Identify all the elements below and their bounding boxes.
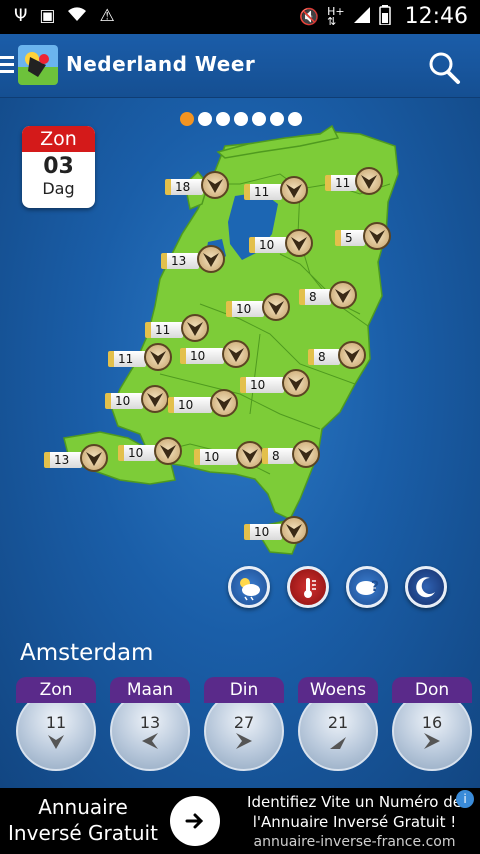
wind-direction-icon (355, 167, 383, 195)
wind-direction-icon (280, 516, 308, 544)
city-name: Amsterdam (20, 640, 154, 666)
wind-speed-label: 8 (262, 448, 294, 464)
calendar-date: 03 (43, 154, 74, 179)
image-icon: ▣ (39, 6, 56, 26)
wind-speed-label: 10 (244, 524, 282, 540)
signal-icon (353, 6, 371, 28)
wind-speed-label: 13 (44, 452, 82, 468)
wind-speed-label: 10 (180, 348, 224, 364)
forecast-strip: Zon 11 Maan 13 Din 27 Woens 21 Don 16 (0, 677, 480, 788)
wind-direction-icon (210, 389, 238, 417)
wind-speed-label: 11 (325, 175, 357, 191)
ad-url: annuaire-inverse-france.com (253, 834, 456, 850)
page-dot[interactable] (198, 112, 212, 126)
wind-direction-icon (181, 314, 209, 342)
wind-speed-label: 10 (118, 445, 156, 461)
wind-direction-icon (282, 369, 310, 397)
forecast-day-label: Din (204, 677, 284, 703)
wifi-icon (67, 6, 87, 27)
status-bar: Ψ ▣ ⚠ 🔇 H+ ⇅ 12:46 (0, 0, 480, 34)
ad-title[interactable]: Annuaire Inversé Gratuit (8, 794, 158, 846)
battery-icon (378, 4, 391, 29)
wind-speed-label: 18 (165, 179, 203, 195)
wind-direction-icon (138, 729, 162, 753)
forecast-day[interactable]: Don 16 (392, 677, 472, 787)
wind-speed-label: 13 (161, 253, 199, 269)
svg-text:?: ? (371, 579, 379, 595)
forecast-day-label: Zon (16, 677, 96, 703)
wind-direction-icon (326, 729, 350, 753)
forecast-day-label: Don (392, 677, 472, 703)
wind-speed-label: 10 (240, 377, 284, 393)
wind-speed-label: 5 (335, 230, 365, 246)
page-dot[interactable] (234, 112, 248, 126)
wind-direction-icon (262, 293, 290, 321)
app-title: Nederland Weer (66, 52, 256, 76)
forecast-day-label: Maan (110, 677, 190, 703)
forecast-day[interactable]: Maan 13 (110, 677, 190, 787)
wind-direction-icon (280, 176, 308, 204)
forecast-day[interactable]: Woens 21 (298, 677, 378, 787)
forecast-day-label: Woens (298, 677, 378, 703)
wind-speed-label: 10 (249, 237, 287, 253)
wind-direction-icon (154, 437, 182, 465)
temperature-icon[interactable] (287, 566, 329, 608)
date-calendar[interactable]: Zon 03 Dag (22, 126, 95, 208)
arrow-right-icon[interactable] (170, 796, 220, 846)
wind-direction-icon (338, 341, 366, 369)
wind-direction-icon (44, 729, 68, 753)
app-logo (18, 45, 58, 85)
page-dot[interactable] (270, 112, 284, 126)
h-plus-icon: H+ ⇅ (327, 4, 345, 28)
wind-direction-icon (363, 222, 391, 250)
app-bar: Nederland Weer (0, 34, 480, 98)
menu-icon[interactable] (0, 56, 14, 77)
wind-direction-icon (236, 441, 264, 469)
wind-direction-icon (80, 444, 108, 472)
search-icon[interactable] (424, 48, 464, 88)
wind-speed-label: 8 (308, 349, 340, 365)
weather-type-buttons: ? (228, 566, 447, 608)
wind-direction-icon (285, 229, 313, 257)
ad-banner[interactable]: Annuaire Inversé Gratuit Identifiez Vite… (0, 788, 480, 854)
calendar-label: Dag (42, 179, 75, 198)
moon-icon[interactable] (405, 566, 447, 608)
wind-direction-icon (197, 245, 225, 273)
cloud-sun-icon[interactable] (228, 566, 270, 608)
wind-speed-label: 10 (105, 393, 143, 409)
page-dot[interactable] (180, 112, 194, 126)
wind-speed-label: 10 (226, 301, 264, 317)
wind-direction-icon (232, 729, 256, 753)
wind-direction-icon (292, 440, 320, 468)
ad-text[interactable]: Identifiez Vite un Numéro de l'Annuaire … (232, 792, 477, 852)
app-content: Nederland Weer Zon 03 Dag 18 11 11 10 5 13 10 8… (0, 34, 480, 788)
wind-speed-label: 11 (145, 322, 183, 338)
wind-direction-icon (141, 385, 169, 413)
calendar-day-name: Zon (22, 126, 95, 152)
wind-speed-label: 11 (244, 184, 282, 200)
wind-speed-label: 10 (194, 449, 238, 465)
ad-headline-2: l'Annuaire Inversé Gratuit ! (252, 813, 457, 831)
wind-speed-label: 10 (168, 397, 212, 413)
page-indicator (180, 112, 302, 126)
wind-direction-icon (222, 340, 250, 368)
wind-direction-icon (201, 171, 229, 199)
info-icon[interactable]: i (456, 790, 474, 808)
mute-icon: 🔇 (299, 7, 320, 26)
wind-direction-icon (329, 281, 357, 309)
question-cloud-icon[interactable]: ? (346, 566, 388, 608)
usb-icon: Ψ (14, 6, 28, 26)
warning-icon: ⚠ (99, 6, 115, 26)
page-dot[interactable] (216, 112, 230, 126)
wind-speed-label: 8 (299, 289, 331, 305)
clock: 12:46 (404, 4, 468, 29)
page-dot[interactable] (252, 112, 266, 126)
forecast-day[interactable]: Din 27 (204, 677, 284, 787)
forecast-day[interactable]: Zon 11 (16, 677, 96, 787)
wind-direction-icon (420, 729, 444, 753)
wind-direction-icon (144, 343, 172, 371)
wind-speed-label: 11 (108, 351, 146, 367)
page-dot[interactable] (288, 112, 302, 126)
ad-headline-1: Identifiez Vite un Numéro de (247, 793, 462, 811)
